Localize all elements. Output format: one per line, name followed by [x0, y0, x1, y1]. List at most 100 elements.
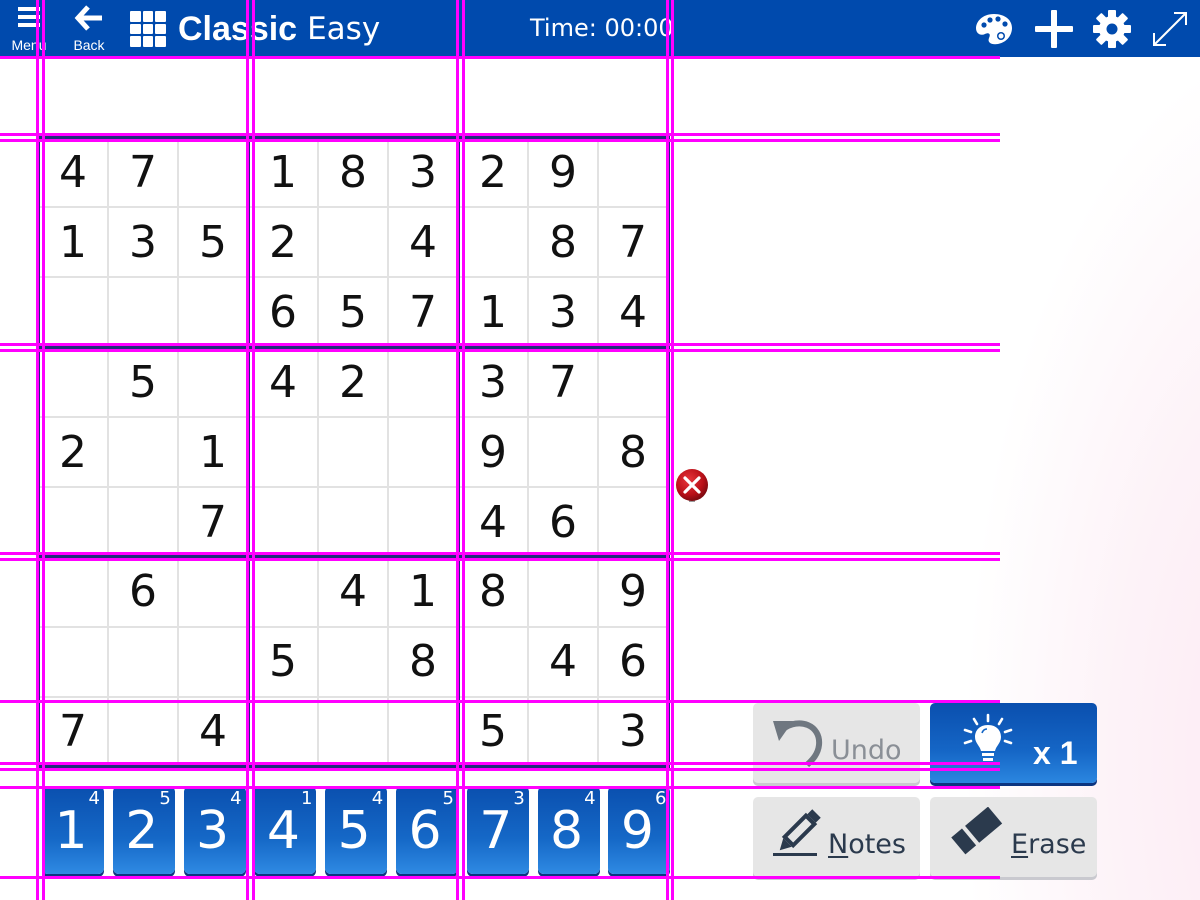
number-key-5[interactable]: 54	[325, 786, 388, 874]
board-cell[interactable]	[598, 347, 668, 417]
board-cell[interactable]	[108, 487, 178, 557]
board-cell[interactable]: 2	[38, 417, 108, 487]
board-cell[interactable]: 8	[388, 626, 458, 696]
board-cell[interactable]: 3	[528, 277, 598, 347]
board-cell[interactable]: 4	[388, 207, 458, 277]
board-cell[interactable]: 7	[178, 487, 248, 557]
board-cell[interactable]	[598, 487, 668, 557]
board-cell[interactable]: 5	[248, 626, 318, 696]
board-cell[interactable]	[38, 347, 108, 417]
number-key-1[interactable]: 14	[42, 786, 104, 874]
number-key-6[interactable]: 65	[396, 786, 458, 874]
board-cell[interactable]	[108, 696, 178, 766]
board-cell[interactable]	[388, 696, 458, 766]
board-cell[interactable]: 3	[458, 347, 528, 417]
board-cell[interactable]: 9	[598, 556, 668, 626]
number-key-4[interactable]: 41	[254, 786, 317, 874]
board-cell[interactable]: 6	[248, 277, 318, 347]
board-cell[interactable]	[318, 696, 388, 766]
board-cell[interactable]: 3	[388, 137, 458, 207]
board-cell[interactable]	[178, 137, 248, 207]
board-cell[interactable]	[38, 487, 108, 557]
board-cell[interactable]: 6	[528, 487, 598, 557]
board-cell[interactable]	[318, 487, 388, 557]
notes-button[interactable]: Notes	[753, 797, 920, 877]
board-cell[interactable]: 2	[458, 137, 528, 207]
board-cell[interactable]: 9	[528, 137, 598, 207]
board-cell[interactable]: 5	[318, 277, 388, 347]
board-cell[interactable]: 3	[598, 696, 668, 766]
board-cell[interactable]: 4	[178, 696, 248, 766]
board-cell[interactable]	[248, 696, 318, 766]
board-cell[interactable]	[178, 277, 248, 347]
board-cell[interactable]: 1	[458, 277, 528, 347]
board-cell[interactable]: 8	[528, 207, 598, 277]
board-cell[interactable]: 7	[598, 207, 668, 277]
board-cell[interactable]	[108, 417, 178, 487]
board-cell[interactable]	[528, 556, 598, 626]
board-cell[interactable]: 4	[528, 626, 598, 696]
board-cell[interactable]: 4	[38, 137, 108, 207]
board-cell[interactable]	[318, 417, 388, 487]
board-cell[interactable]: 5	[108, 347, 178, 417]
board-cell[interactable]: 3	[108, 207, 178, 277]
board-cell[interactable]: 6	[598, 626, 668, 696]
number-key-7[interactable]: 73	[466, 786, 529, 874]
board-cell[interactable]: 1	[248, 137, 318, 207]
number-key-9[interactable]: 96	[608, 786, 671, 874]
board-cell[interactable]: 1	[38, 207, 108, 277]
board-cell[interactable]	[388, 487, 458, 557]
board-cell[interactable]: 2	[248, 207, 318, 277]
board-cell[interactable]	[388, 417, 458, 487]
board-cell[interactable]: 7	[38, 696, 108, 766]
erase-button[interactable]: Erase	[930, 797, 1097, 877]
menu-button[interactable]: Menu	[8, 0, 50, 57]
board-cell[interactable]: 5	[178, 207, 248, 277]
board-cell[interactable]: 5	[458, 696, 528, 766]
board-cell[interactable]	[318, 207, 388, 277]
board-cell[interactable]	[108, 277, 178, 347]
number-key-2[interactable]: 25	[112, 786, 175, 874]
board-cell[interactable]: 1	[388, 556, 458, 626]
board-cell[interactable]	[38, 556, 108, 626]
board-cell[interactable]: 4	[248, 347, 318, 417]
board-cell[interactable]: 7	[108, 137, 178, 207]
number-key-3[interactable]: 34	[183, 786, 246, 874]
board-cell[interactable]	[108, 626, 178, 696]
board-cell[interactable]: 2	[318, 347, 388, 417]
board-cell[interactable]	[38, 626, 108, 696]
board-cell[interactable]	[248, 417, 318, 487]
board-cell[interactable]	[318, 626, 388, 696]
new-game-button[interactable]	[1032, 8, 1076, 50]
board-cell[interactable]: 8	[458, 556, 528, 626]
board-cell[interactable]: 7	[528, 347, 598, 417]
board-cell[interactable]	[598, 137, 668, 207]
board-cell[interactable]	[248, 556, 318, 626]
board-cell[interactable]	[178, 626, 248, 696]
board-cell[interactable]: 9	[458, 417, 528, 487]
board-cell[interactable]: 4	[598, 277, 668, 347]
hint-button[interactable]: x 1	[930, 703, 1097, 783]
board-cell[interactable]	[178, 347, 248, 417]
board-cell[interactable]: 4	[458, 487, 528, 557]
back-button[interactable]: Back	[68, 0, 110, 57]
board-cell[interactable]: 8	[318, 137, 388, 207]
board-cell[interactable]: 6	[108, 556, 178, 626]
board-cell[interactable]	[528, 417, 598, 487]
board-cell[interactable]: 7	[388, 277, 458, 347]
board-cell[interactable]: 1	[178, 417, 248, 487]
fullscreen-button[interactable]	[1148, 8, 1192, 50]
board-cell[interactable]	[388, 347, 458, 417]
undo-button[interactable]: Undo	[753, 703, 920, 783]
board-cell[interactable]	[458, 207, 528, 277]
board-cell[interactable]	[38, 277, 108, 347]
board-cell[interactable]: 4	[318, 556, 388, 626]
error-icon[interactable]	[674, 467, 710, 503]
board-cell[interactable]	[248, 487, 318, 557]
board-cell[interactable]	[178, 556, 248, 626]
board-cell[interactable]: 8	[598, 417, 668, 487]
board-cell[interactable]	[458, 626, 528, 696]
theme-button[interactable]	[972, 8, 1016, 50]
settings-button[interactable]	[1090, 8, 1134, 50]
board-cell[interactable]	[528, 696, 598, 766]
